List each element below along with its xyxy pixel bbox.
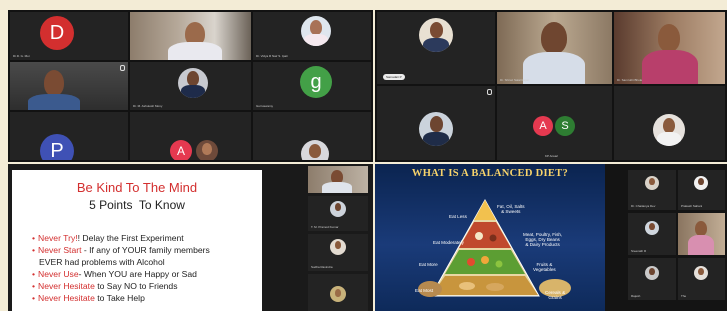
participant-photo xyxy=(196,140,218,160)
participant-video-thumbnail[interactable] xyxy=(678,213,725,255)
participant-name: Gurruswamy xyxy=(256,104,274,108)
participant-video xyxy=(130,12,251,60)
participant-name: Dr. Shiraz Salal Rajan xyxy=(500,78,530,82)
participant-photo xyxy=(694,266,708,280)
participant-photo xyxy=(645,176,659,190)
participant-video-tile[interactable]: Dr. Shiraz Salal Rajan xyxy=(497,12,612,84)
participant-video-tile[interactable] xyxy=(10,62,128,110)
participant-photo xyxy=(301,16,331,46)
participant-tile[interactable]: P xyxy=(10,112,128,160)
pyramid-group-fruit-veg: Fruits & Vegetables xyxy=(533,262,556,272)
participant-name: Sudha Ravindra xyxy=(311,265,333,269)
participant-tile[interactable] xyxy=(614,86,725,160)
participant-thumbnail[interactable]: The xyxy=(678,258,725,300)
pyramid-label-more: Eat More xyxy=(419,262,438,267)
participant-tile[interactable]: Dr. Vidya R Nair S. Ipati xyxy=(253,12,371,60)
participant-name: Dr. M. Ashutosh Mony xyxy=(133,104,163,108)
participant-video xyxy=(497,12,612,84)
participant-video xyxy=(614,12,725,84)
participant-photo xyxy=(419,18,453,52)
participant-thumbnail[interactable]: Sudha Ravindra xyxy=(308,234,368,271)
participant-thumbnail[interactable]: Rajesh xyxy=(628,258,676,300)
participant-photo xyxy=(694,176,708,190)
participant-avatar-d: D xyxy=(40,16,74,50)
participant-name: Samadari P xyxy=(383,74,405,80)
presentation-slide-diet: WHAT IS A BALANCED DIET? Eat Less Eat Mo… xyxy=(375,164,605,311)
participant-tile[interactable]: A S KP Ansari xyxy=(497,86,612,160)
participant-photo xyxy=(178,68,208,98)
participant-photo xyxy=(330,201,346,217)
participant-tile[interactable]: A xyxy=(130,112,251,160)
pyramid-group-fats: Fat, Oil, Salts & Sweets xyxy=(497,204,525,214)
slide-bullet-continuation: EVER had problems with Alcohol xyxy=(39,257,165,267)
participant-name: Dr. Samruthi Bhole xyxy=(617,78,643,82)
slide-bullet: • Never Hesitate to Say NO to Friends xyxy=(32,281,178,291)
mic-icon xyxy=(120,65,125,71)
participant-avatar-a: A xyxy=(170,140,192,160)
presentation-slide: Be Kind To The Mind 5 Points To Know • Ne… xyxy=(12,170,262,311)
gallery-panel-top-right: Samadari P Dr. Shiraz Salal Rajan Dr. Sa… xyxy=(375,10,727,162)
screen-share-panel-right: WHAT IS A BALANCED DIET? Eat Less Eat Mo… xyxy=(375,164,727,311)
slide-bullet: • Never Use- When YOU are Happy or Sad xyxy=(32,269,197,279)
participant-video xyxy=(308,166,368,193)
slide-bullet: • Never Start - If any of YOUR family mem… xyxy=(32,245,210,255)
participant-photo xyxy=(301,140,329,160)
participant-thumbnail[interactable]: Prakash Sahani xyxy=(678,170,725,210)
slide-title: Be Kind To The Mind xyxy=(76,180,198,195)
participant-avatar-s: S xyxy=(555,116,575,136)
slide-bullet: • Never Try!! Delay the First Experiment xyxy=(32,233,184,243)
participant-video-tile[interactable]: Dr. Samruthi Bhole xyxy=(614,12,725,84)
pyramid-group-cereals: Cereals & Grains xyxy=(545,290,566,300)
participant-name: T. M. Pramod Kumar xyxy=(311,225,339,229)
participant-video-tile[interactable] xyxy=(130,12,251,60)
pyramid-group-protein: Meat, Poultry, Fish, Eggs, Dry Beans & D… xyxy=(523,232,563,247)
mic-icon xyxy=(487,89,492,95)
participant-photo xyxy=(330,286,346,302)
participant-photo xyxy=(645,221,659,235)
participant-photo xyxy=(653,114,685,146)
participant-video xyxy=(678,213,725,255)
participant-name: Dr. Chaitanya Dev xyxy=(631,204,656,208)
participant-tile[interactable]: g Gurruswamy xyxy=(253,62,371,110)
participant-thumbnail[interactable]: T. M. Pramod Kumar xyxy=(308,196,368,231)
participant-name: Sreenath R xyxy=(631,249,647,253)
participant-name: Rajesh xyxy=(631,294,641,298)
participant-tile[interactable] xyxy=(377,86,495,160)
pyramid-label-less: Eat Less xyxy=(449,214,467,219)
participant-thumbnail[interactable] xyxy=(308,274,368,311)
participant-photo xyxy=(419,112,453,146)
participant-avatar-g: g xyxy=(300,66,332,98)
screen-share-panel-left: Be Kind To The Mind 5 Points To Know • Ne… xyxy=(8,164,373,311)
food-pyramid-graphic xyxy=(418,198,571,297)
participant-thumbnail[interactable] xyxy=(308,166,368,193)
participant-tile[interactable]: Dr. M. Ashutosh Mony xyxy=(130,62,251,110)
participant-tile[interactable]: D Dr.D. G. Moi xyxy=(10,12,128,60)
participant-photo xyxy=(645,266,659,280)
participant-name: Prakash Sahani xyxy=(681,204,703,208)
participant-name: Dr.D. G. Moi xyxy=(13,54,30,58)
slide-bullet: • Never Hesitate to Take Help xyxy=(32,293,145,303)
participant-thumbnail[interactable]: Sreenath R xyxy=(628,213,676,255)
participant-name: Dr. Vidya R Nair S. Ipati xyxy=(256,54,288,58)
slide-subtitle: 5 Points To Know xyxy=(89,198,185,212)
participant-thumbnail[interactable]: Dr. Chaitanya Dev xyxy=(628,170,676,210)
participant-avatar-a: A xyxy=(533,116,553,136)
participant-avatar-p: P xyxy=(40,134,74,160)
participant-name: KP Ansari xyxy=(545,154,559,158)
pyramid-label-most: Eat Most xyxy=(415,288,434,293)
participant-photo xyxy=(330,239,346,255)
participant-tile[interactable] xyxy=(253,112,371,160)
gallery-panel-top-left: D Dr.D. G. Moi Dr. Vidya R Nair S. Ipati… xyxy=(8,10,373,162)
pyramid-label-moderately: Eat Moderately xyxy=(433,240,464,245)
participant-tile[interactable]: Samadari P xyxy=(377,12,495,84)
participant-name: The xyxy=(681,294,687,298)
participant-video xyxy=(10,62,128,110)
